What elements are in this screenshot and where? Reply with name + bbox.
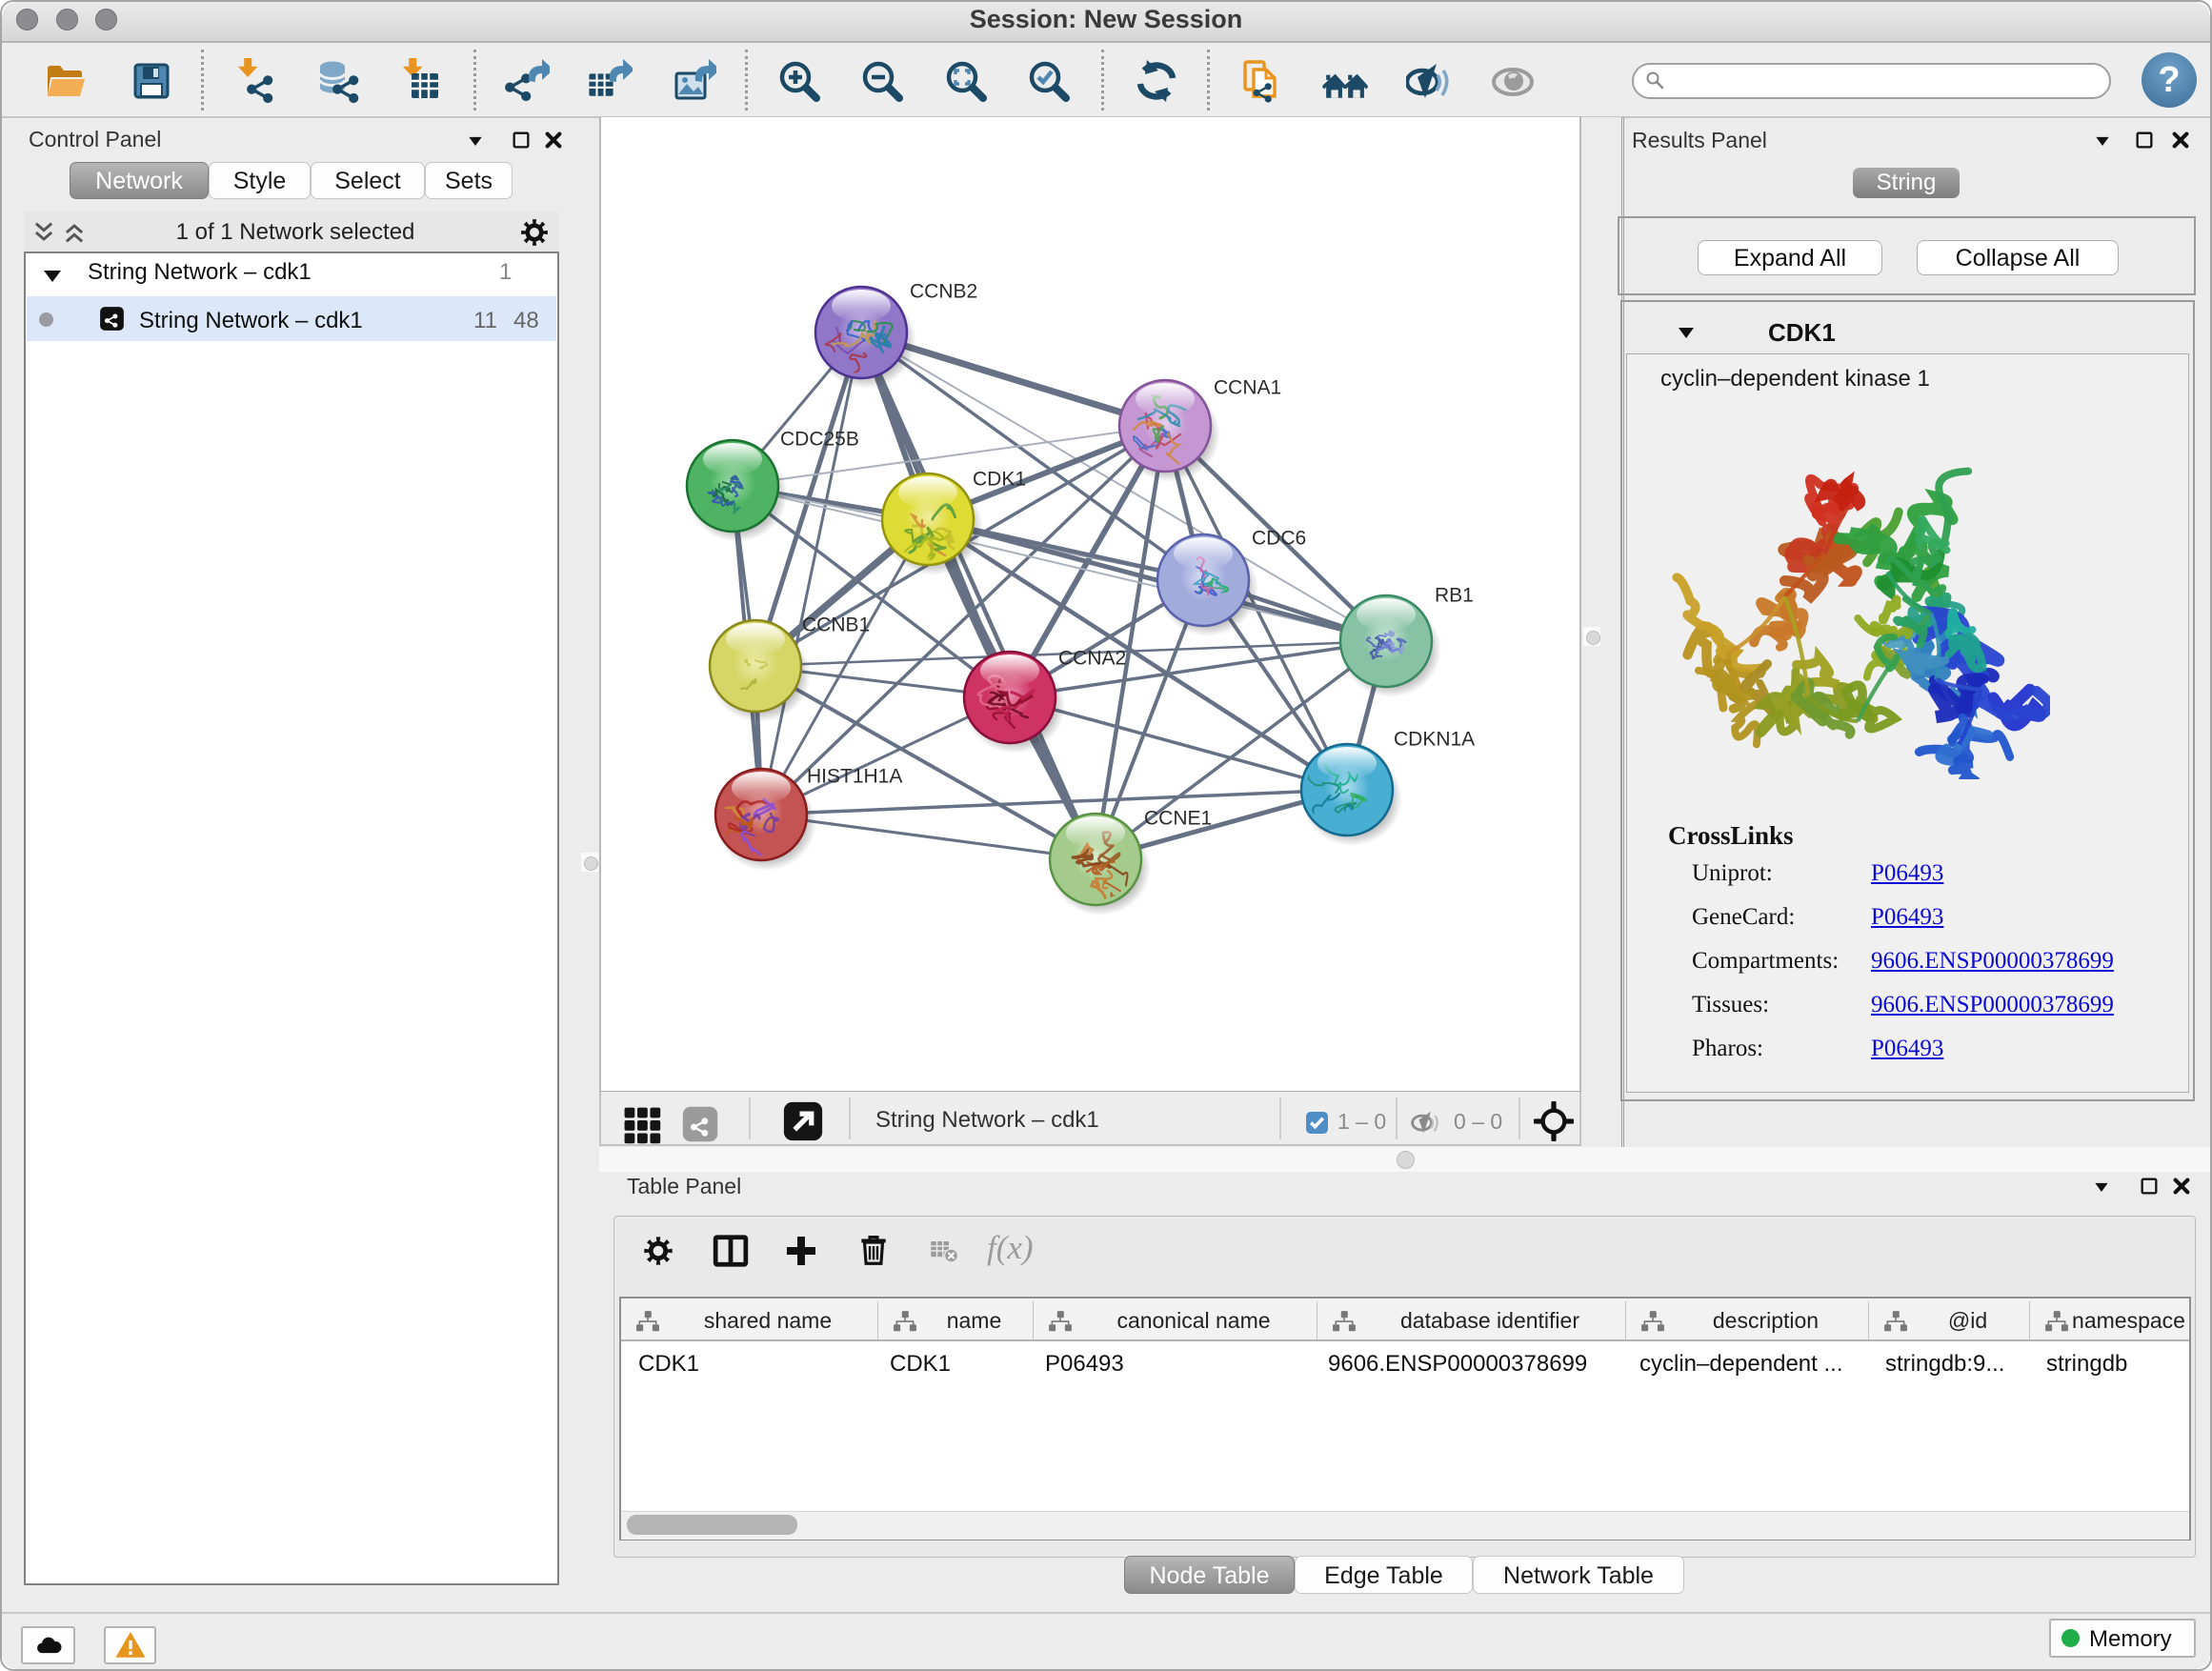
svg-text:CDK1: CDK1 <box>973 469 1026 491</box>
svg-text:CDC25B: CDC25B <box>780 429 859 451</box>
svg-text:CCNB1: CCNB1 <box>802 614 870 636</box>
svg-text:CCNA1: CCNA1 <box>1214 377 1281 399</box>
svg-text:HIST1H1A: HIST1H1A <box>807 766 902 788</box>
svg-text:CCNB2: CCNB2 <box>910 281 977 303</box>
svg-text:CDKN1A: CDKN1A <box>1394 729 1475 751</box>
svg-text:CCNA2: CCNA2 <box>1058 648 1126 670</box>
svg-text:CCNE1: CCNE1 <box>1144 808 1212 830</box>
svg-text:RB1: RB1 <box>1435 585 1474 607</box>
svg-text:CDC6: CDC6 <box>1252 528 1306 550</box>
